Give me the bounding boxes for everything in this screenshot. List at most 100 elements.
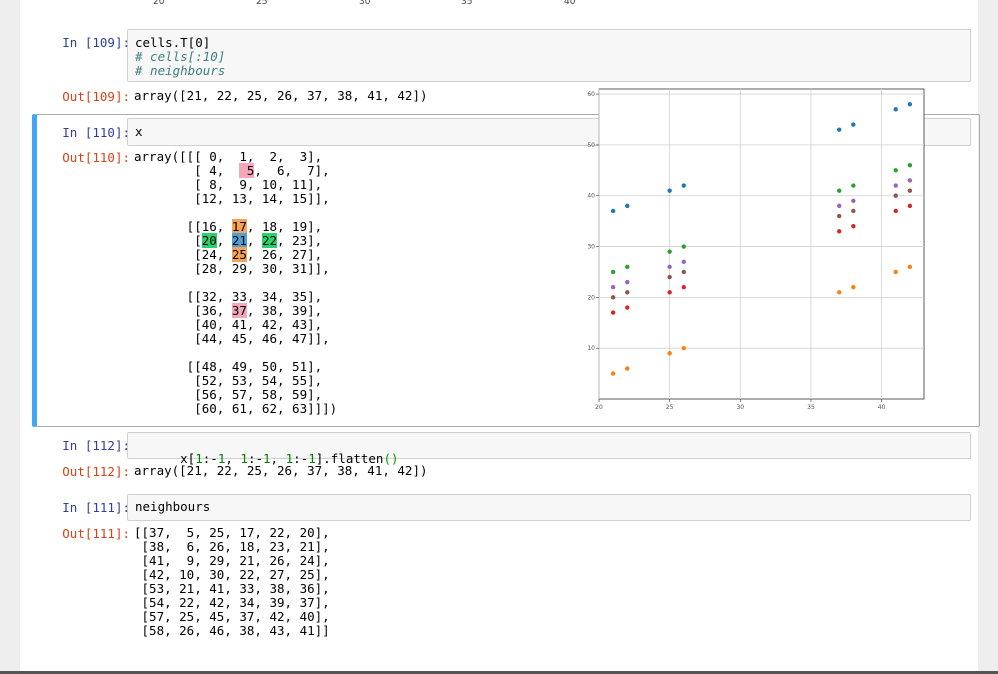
in-prompt-112: In [112]: [62,438,130,453]
array-text: [ [134,233,202,248]
array-line: [60, 61, 62, 63]]]) [134,402,337,416]
neighbours-line: [53, 21, 41, 33, 38, 36], [134,581,330,596]
scatter-point [667,264,672,270]
array-line: [[32, 33, 34, 35], [134,290,337,304]
array-line: [20, 21, 22, 23], [134,233,337,248]
scatter-point [625,366,630,371]
code-line: cells.T[0] [135,35,211,50]
neighbours-output-111: [[37, 5, 25, 17, 22, 20], [38, 6, 26, 18… [134,526,330,638]
highlighted-value: 5 [239,163,255,178]
notebook-page: 20 25 30 35 40 In [109]: cells.T[0] # ce… [20,0,980,674]
output-112: array([21, 22, 25, 26, 37, 38, 41, 42]) [134,463,428,478]
array-text: , 26, 27], [246,247,323,262]
scatter-point [667,351,672,356]
scatter-point [907,203,913,209]
neighbours-line: [38, 6, 26, 18, 23, 21], [134,539,330,554]
scatter-point [667,274,672,280]
highlighted-value: 17 [231,219,247,234]
out-prompt-111: Out[111]: [62,526,130,541]
scatter-point [610,371,616,376]
scatter-point [837,213,842,219]
scatter-point [681,269,686,275]
scatter-point [681,345,686,351]
scatter-point [610,208,616,214]
in-prompt-111: In [111]: [62,500,130,515]
array-text: , [246,233,262,248]
neighbours-line: [41, 9, 29, 21, 26, 24], [134,553,330,568]
out-prompt-112: Out[112]: [62,464,130,479]
tick-label: 20 [153,0,165,7]
scatter-point [893,168,898,173]
array-line [134,346,337,360]
out-prompt-110: Out[110]: [62,150,130,165]
plot-area [598,88,925,400]
tick-label: 30 [359,0,371,7]
neighbours-line: [42, 10, 30, 22, 27, 25], [134,567,330,582]
output-109: array([21, 22, 25, 26, 37, 38, 41, 42]) [134,88,428,103]
scatter-point [610,284,616,290]
code-input-112[interactable]: x[1:-1, 1:-1, 1:-1].flatten() [127,432,971,466]
array-line: [ 4, 5, 6, 7], [134,163,337,178]
array-line: [40, 41, 42, 43], [134,318,337,332]
array-text: [ 8, 9, 10, 11], [134,177,323,192]
scatter-point [625,203,630,209]
array-line: [56, 57, 58, 59], [134,388,337,402]
array-line [134,206,337,220]
scatter-point [837,127,842,132]
neighbours-line: [[37, 5, 25, 17, 22, 20], [134,525,330,540]
scatter-point [893,193,898,198]
scatter-point [837,203,842,209]
array-text: , 23], [277,233,323,248]
x-tick-label: 20 [595,404,603,411]
scatter-point [851,284,856,290]
array-text: [52, 53, 54, 55], [134,373,323,388]
in-prompt-109: In [109]: [62,35,130,50]
array-text: [[48, 49, 50, 51], [134,359,323,374]
code-line: x [135,124,143,139]
array-output-110: array([[[ 0, 1, 2, 3], [ 4, 5, 6, 7], [ … [134,150,337,416]
code-comment: # neighbours [135,63,226,78]
array-text: [[32, 33, 34, 35], [134,289,323,304]
scatter-point [851,208,856,214]
array-line: [[48, 49, 50, 51], [134,360,337,374]
scatter-point [625,290,630,295]
highlighted-value: 22 [261,233,278,248]
code-comment: # cells[:10] [135,49,226,64]
array-text: [56, 57, 58, 59], [134,387,323,402]
scatter-point [610,310,616,315]
array-text: , 6, 7], [254,163,330,178]
array-text: , 18, 19], [246,219,323,234]
array-line: [44, 45, 46, 47]], [134,332,337,346]
scatter-point [851,122,856,127]
neighbours-line: [54, 22, 42, 34, 39, 37], [134,595,330,610]
highlighted-value: 21 [231,233,247,248]
scatter-point [667,188,672,193]
scatter-point [907,178,913,183]
scatter-point [893,269,898,275]
scatter-point [837,290,842,295]
scatter-point [625,264,630,270]
array-line: [ 8, 9, 10, 11], [134,178,337,192]
array-text: , [216,233,232,248]
scatter-point [837,188,842,193]
scatter-point [893,208,898,214]
scatter-point [907,264,913,270]
code-input-109[interactable]: cells.T[0] # cells[:10] # neighbours [127,29,971,82]
x-tick-label: 25 [666,404,674,411]
highlighted-value: 25 [231,247,247,262]
code-input-111[interactable]: neighbours [127,494,971,521]
code-line: neighbours [135,499,211,514]
scatter-point [851,183,856,188]
scatter-point [907,163,913,168]
array-line: [28, 29, 30, 31]], [134,262,337,276]
array-line: [24, 25, 26, 27], [134,247,337,262]
y-tick-label: 40 [587,193,595,200]
array-text: [36, [134,303,232,318]
array-line [134,276,337,290]
neighbours-line: [58, 26, 46, 38, 43, 41]] [134,623,330,638]
in-prompt-110: In [110]: [62,125,130,140]
out-prompt-109: Out[109]: [62,89,130,104]
array-line: array([[[ 0, 1, 2, 3], [134,150,337,164]
array-text: [28, 29, 30, 31]], [134,261,330,276]
x-tick-label: 35 [807,404,815,411]
